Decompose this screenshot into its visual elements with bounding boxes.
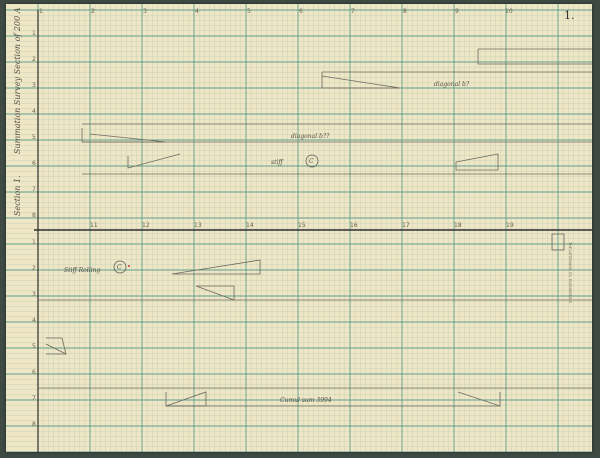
graph-paper-sheet: 1 2 3 4 5 6 7 8 9 10 1. 11 12 13 14 15 1…: [6, 4, 592, 452]
top-scale-label: 4: [195, 8, 199, 15]
top-scale-label: 6: [299, 8, 303, 15]
middle-scale-label: 15: [298, 222, 306, 229]
wedge-upper-4: [455, 153, 499, 171]
left-scale-label: 5: [32, 343, 36, 350]
wedge-lower-3: [46, 337, 67, 355]
left-scale-label: 7: [32, 186, 36, 193]
graph-grid: 1 2 3 4 5 6 7 8 9 10 1. 11 12 13 14 15 1…: [6, 4, 592, 452]
left-scale-label: 3: [32, 82, 36, 89]
left-scale-label: 8: [32, 212, 36, 219]
top-scale-label: 10: [505, 8, 513, 15]
top-scale-label: 9: [455, 8, 459, 15]
annotation-diagonal-b: diagonal b??: [291, 133, 330, 140]
top-scale-label: 7: [351, 8, 355, 15]
circle-mark-letter: C: [117, 264, 122, 271]
annotation-lower-note: Cumul sum 3994: [280, 397, 332, 404]
top-scale-label: 5: [247, 8, 251, 15]
wedge-lower-1: [171, 259, 261, 275]
middle-scale-label: 19: [506, 222, 514, 229]
circle-mark-letter: C: [309, 158, 314, 165]
annotation-diagonal-a: diagonal b?: [434, 81, 470, 88]
wedge-lower-4: [165, 391, 207, 407]
left-scale-lower: 1 2 3 4 5 6 7 8: [32, 239, 36, 428]
left-scale-label: 2: [32, 265, 36, 272]
wedge-lower-2: [195, 285, 235, 301]
middle-scale-label: 14: [246, 222, 254, 229]
middle-scale-label: 13: [194, 222, 202, 229]
publisher-note: THE LIETZMANN CO. ENGINEERING: [568, 241, 572, 304]
page-number: 1.: [564, 9, 575, 22]
middle-scale-label: 16: [350, 222, 358, 229]
upper-sketch: [81, 48, 592, 175]
top-scale-label: 3: [143, 8, 147, 15]
middle-scale-label: 11: [90, 222, 98, 229]
left-scale-label: 8: [32, 421, 36, 428]
annotation-stiff-rolling: Stiff Rolling: [64, 267, 100, 274]
left-scale-label: 1: [32, 30, 36, 37]
left-scale-label: 4: [32, 108, 36, 115]
top-scale-label: 8: [403, 8, 407, 15]
wedge-upper-1: [321, 72, 401, 89]
left-scale-label: 1: [32, 239, 36, 246]
left-scale-label: 2: [32, 56, 36, 63]
left-scale-label: 4: [32, 317, 36, 324]
top-scale-label: 1: [39, 8, 43, 15]
vertical-title: Summation Survey Section of 200 A: [13, 7, 22, 154]
left-scale-label: 6: [32, 160, 36, 167]
left-scale-label: 3: [32, 291, 36, 298]
left-scale-label: 7: [32, 395, 36, 402]
annotation-stiff: stiff: [271, 159, 284, 166]
middle-scale-label: 17: [402, 222, 410, 229]
top-scale: 1 2 3 4 5 6 7 8 9 10: [39, 8, 513, 15]
red-dot-icon: [128, 265, 130, 267]
middle-scale-label: 12: [142, 222, 150, 229]
section-label: Section 1.: [13, 175, 22, 216]
left-scale-label: 6: [32, 369, 36, 376]
wedge-lower-3-diag: [45, 343, 67, 355]
middle-scale-label: 18: [454, 222, 462, 229]
left-scale-label: 5: [32, 134, 36, 141]
top-scale-label: 2: [91, 8, 95, 15]
